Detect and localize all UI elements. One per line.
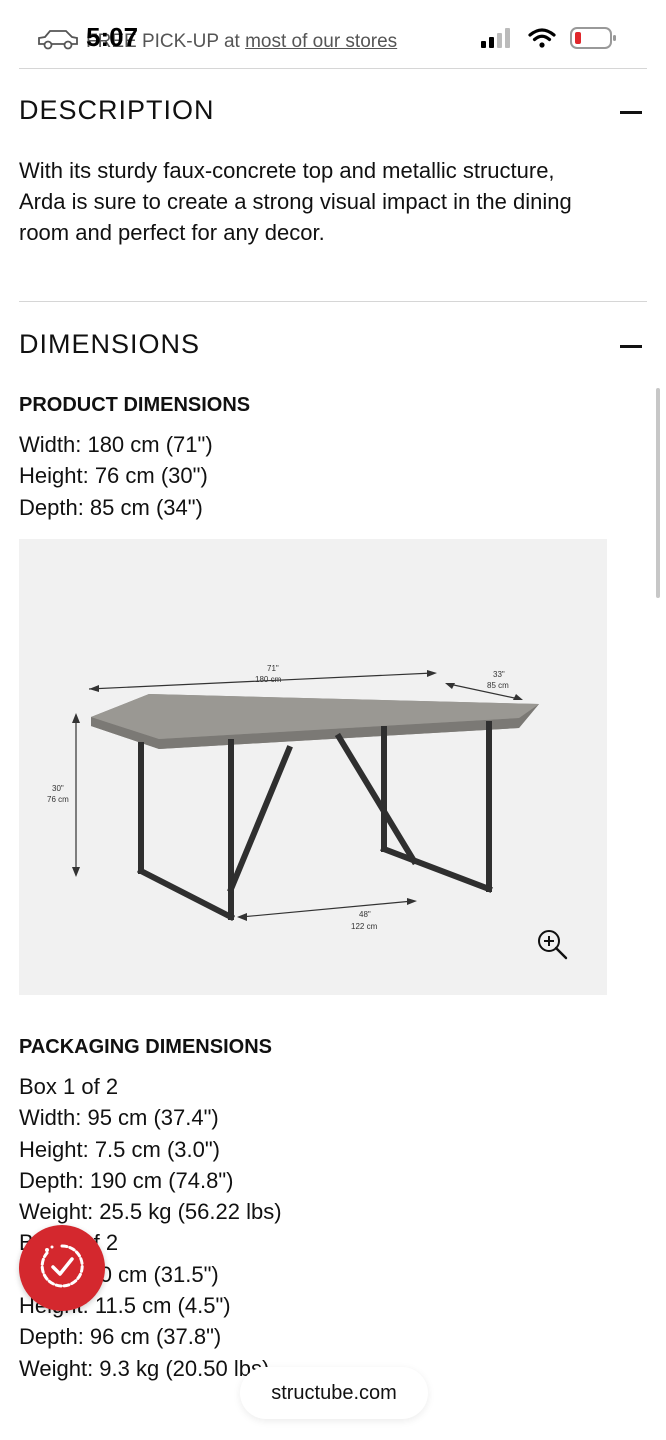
scrollbar[interactable]	[656, 388, 660, 598]
system-icons	[480, 26, 618, 55]
dimensions-title[interactable]: DIMENSIONS	[19, 329, 200, 360]
table-diagram: 71" 180 cm 33" 85 cm 30" 76 cm 48" 122 c…	[47, 664, 539, 931]
status-bar: FREE PICK-UP at most of our stores 5:07	[0, 0, 666, 70]
width-in-label: 71"	[267, 664, 279, 673]
description-title[interactable]: DESCRIPTION	[19, 95, 215, 126]
product-height: Height: 76 cm (30")	[19, 463, 208, 489]
dimensions-collapse-icon[interactable]	[620, 345, 642, 348]
divider	[19, 68, 647, 69]
stores-link[interactable]: most of our stores	[245, 31, 397, 52]
wifi-icon	[528, 27, 556, 54]
browser-url-bar[interactable]: structube.com	[240, 1367, 428, 1419]
width-cm-label: 180 cm	[255, 675, 282, 684]
product-depth: Depth: 85 cm (34")	[19, 494, 203, 520]
promo-at: at	[223, 31, 240, 53]
packaging-dimensions-title: PACKAGING DIMENSIONS	[19, 1036, 272, 1058]
box-1-label: Box 1 of 2	[19, 1074, 119, 1099]
badge-floating-button[interactable]	[19, 1225, 105, 1311]
depth-in-label: 33"	[493, 670, 505, 679]
description-collapse-icon[interactable]	[620, 111, 642, 114]
box-2-depth: Depth: 96 cm (37.8")	[19, 1324, 222, 1350]
box-2-weight: Weight: 9.3 kg (20.50 lbs)	[19, 1355, 270, 1381]
height-cm-label: 76 cm	[47, 795, 69, 804]
description-body: With its sturdy faux-concrete top and me…	[19, 158, 572, 245]
battery-icon	[570, 26, 618, 55]
url-text: structube.com	[271, 1381, 397, 1404]
divider	[19, 301, 647, 302]
depth-cm-label: 85 cm	[487, 681, 509, 690]
box-1-weight: Weight: 25.5 kg (56.22 lbs)	[19, 1199, 282, 1225]
base-in-label: 48"	[359, 910, 371, 919]
height-in-label: 30"	[52, 784, 64, 793]
car-icon	[36, 26, 80, 58]
product-dimensions-list: Width: 180 cm (71") Height: 76 cm (30") …	[19, 429, 213, 523]
product-dimensions-title: PRODUCT DIMENSIONS	[19, 394, 251, 416]
product-dimension-image[interactable]: 71" 180 cm 33" 85 cm 30" 76 cm 48" 122 c…	[19, 539, 607, 995]
box-1-height: Height: 7.5 cm (3.0")	[19, 1136, 220, 1162]
product-width: Width: 180 cm (71")	[19, 432, 213, 457]
box-1-depth: Depth: 190 cm (74.8")	[19, 1167, 234, 1193]
signal-icon	[480, 27, 514, 54]
clock: 5:07	[86, 22, 139, 52]
base-cm-label: 122 cm	[351, 922, 378, 931]
zoom-in-icon[interactable]	[535, 927, 569, 966]
box-1-width: Width: 95 cm (37.4")	[19, 1105, 219, 1131]
check-badge-icon	[38, 1242, 86, 1295]
